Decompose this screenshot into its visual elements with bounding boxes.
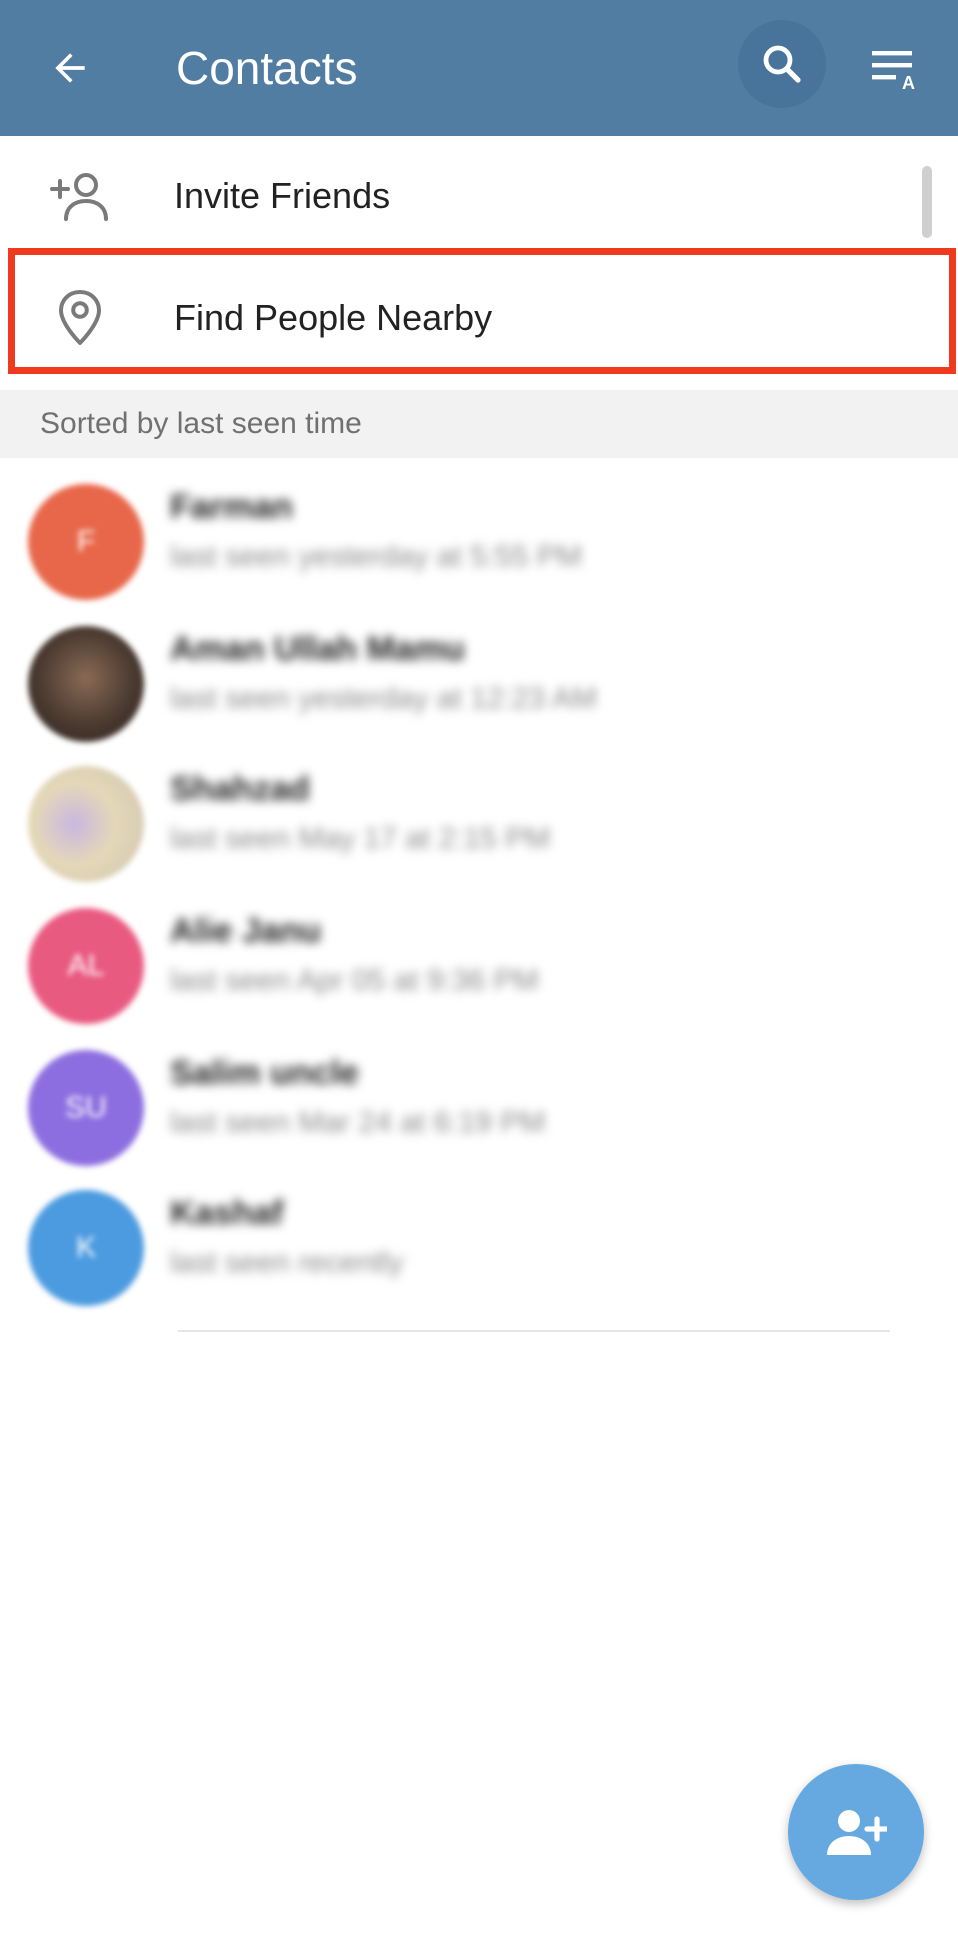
contact-name: Farman	[170, 488, 293, 526]
app-bar: Contacts A	[0, 0, 958, 136]
list-divider	[178, 1330, 890, 1332]
add-person-icon	[40, 166, 120, 226]
page-title: Contacts	[176, 42, 358, 94]
contact-status: last seen yesterday at 12:23 AM	[170, 682, 597, 715]
search-icon	[763, 45, 801, 83]
invite-friends-label: Invite Friends	[174, 175, 391, 216]
contact-row[interactable]: AL Alie Janu last seen Apr 05 at 9:36 PM	[0, 890, 958, 1030]
contact-row[interactable]: Shahzad last seen May 17 at 2:15 PM	[0, 748, 958, 888]
avatar: K	[28, 1190, 144, 1306]
add-contact-button[interactable]	[788, 1764, 924, 1900]
contact-status: last seen yesterday at 5:55 PM	[170, 540, 582, 573]
avatar	[28, 766, 144, 882]
section-header-label: Sorted by last seen time	[40, 407, 362, 440]
contact-row[interactable]: K Kashaf last seen recently	[0, 1172, 958, 1312]
avatar: SU	[28, 1050, 144, 1166]
contact-status: last seen Mar 24 at 6:19 PM	[170, 1106, 546, 1139]
contact-name: Salim uncle	[170, 1054, 359, 1092]
invite-friends-item[interactable]: Invite Friends	[0, 136, 958, 256]
contact-status: last seen Apr 05 at 9:36 PM	[170, 964, 539, 997]
contact-status: last seen May 17 at 2:15 PM	[170, 822, 551, 855]
contact-row[interactable]: SU Salim uncle last seen Mar 24 at 6:19 …	[0, 1032, 958, 1172]
back-arrow-icon	[55, 53, 85, 83]
section-header: Sorted by last seen time	[0, 390, 958, 458]
search-button[interactable]	[738, 20, 826, 108]
contact-row[interactable]: Aman Ullah Mamu last seen yesterday at 1…	[0, 608, 958, 748]
contact-name: Alie Janu	[170, 912, 322, 950]
contact-status: last seen recently	[170, 1246, 404, 1279]
contact-name: Kashaf	[170, 1194, 284, 1232]
avatar	[28, 626, 144, 742]
svg-text:A: A	[902, 73, 915, 91]
add-contact-icon	[827, 1810, 887, 1855]
contact-row[interactable]: F Farman last seen yesterday at 5:55 PM	[0, 466, 958, 606]
sort-button[interactable]: A	[864, 40, 928, 96]
avatar: F	[28, 484, 144, 600]
avatar: AL	[28, 908, 144, 1024]
contact-name: Shahzad	[170, 770, 310, 808]
sort-by-name-icon: A	[872, 51, 915, 91]
back-button[interactable]	[42, 40, 98, 96]
contact-name: Aman Ullah Mamu	[170, 630, 465, 668]
highlight-box	[8, 248, 956, 374]
